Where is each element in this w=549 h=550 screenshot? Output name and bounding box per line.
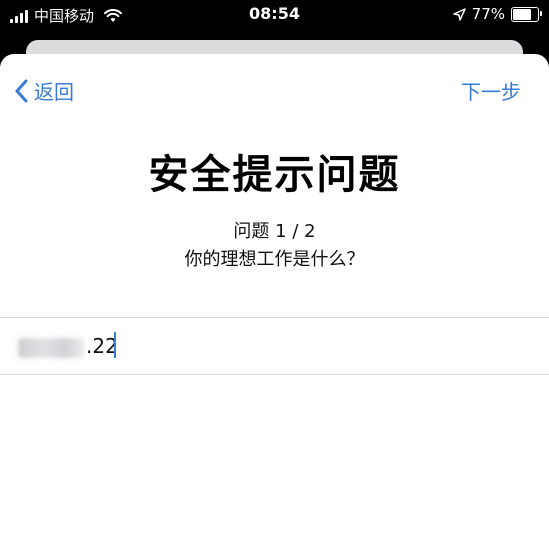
- security-question-sheet: 返回 下一步 安全提示问题 问题 1 / 2 你的理想工作是什么？ .22: [0, 54, 549, 550]
- text-caret: [114, 332, 116, 358]
- battery-icon: [511, 6, 542, 22]
- back-button-label: 返回: [34, 80, 74, 104]
- page-title: 安全提示问题: [148, 152, 401, 198]
- location-arrow-icon: [452, 7, 466, 21]
- next-button[interactable]: 下一步: [461, 76, 521, 105]
- question-text: 你的理想工作是什么？: [184, 249, 365, 270]
- status-right: 77%: [452, 5, 542, 23]
- question-counter: 问题 1 / 2: [233, 221, 316, 242]
- status-bar: 中国移动 08:54 77%: [0, 0, 549, 30]
- answer-redacted-text: [18, 338, 84, 358]
- back-button[interactable]: 返回: [14, 76, 74, 105]
- chevron-left-icon: [15, 79, 28, 102]
- battery-percentage: 77%: [471, 5, 505, 23]
- battery-fill: [513, 8, 532, 20]
- answer-input[interactable]: .22: [0, 317, 549, 375]
